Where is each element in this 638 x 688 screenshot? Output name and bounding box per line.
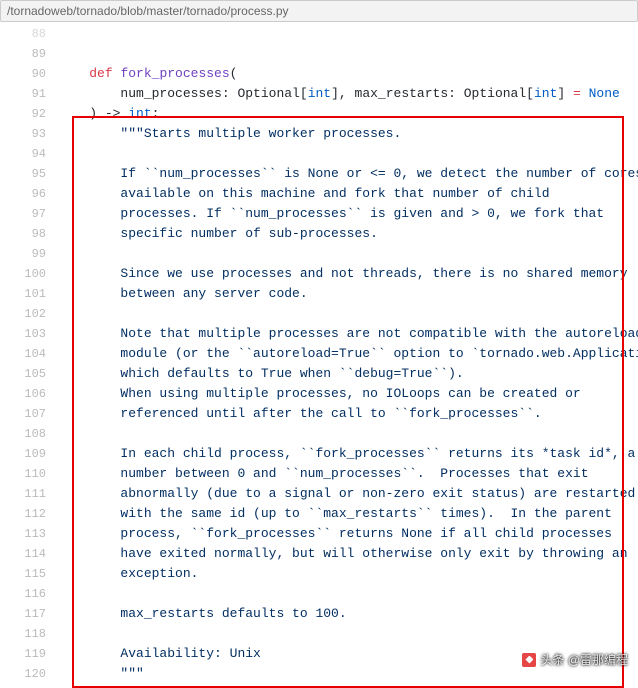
code-line: with the same id (up to ``max_restarts``…	[58, 504, 638, 524]
line-number: 107	[20, 404, 58, 424]
line-number: 89	[20, 44, 58, 64]
line-number: 98	[20, 224, 58, 244]
line-number: 90	[20, 64, 58, 84]
line-number: 92	[20, 104, 58, 124]
code-line: between any server code.	[58, 284, 638, 304]
line-number: 94	[20, 144, 58, 164]
code-line	[58, 144, 638, 164]
code-line: ) -> int:	[58, 104, 638, 124]
code-line	[58, 584, 638, 604]
line-number: 115	[20, 564, 58, 584]
code-line: processes. If ``num_processes`` is given…	[58, 204, 638, 224]
line-number: 109	[20, 444, 58, 464]
code-line: max_restarts defaults to 100.	[58, 604, 638, 624]
line-number: 91	[20, 84, 58, 104]
watermark-text: 头条 @雷那编程	[540, 651, 628, 668]
code-line: have exited normally, but will otherwise…	[58, 544, 638, 564]
line-number: 96	[20, 184, 58, 204]
code-line: In each child process, ``fork_processes`…	[58, 444, 638, 464]
line-number: 99	[20, 244, 58, 264]
watermark-icon	[522, 653, 536, 667]
line-number: 88	[20, 24, 58, 44]
line-number: 108	[20, 424, 58, 444]
code-line: num_processes: Optional[int], max_restar…	[58, 84, 638, 104]
line-number: 104	[20, 344, 58, 364]
code-line: exception.	[58, 564, 638, 584]
code-line: """Starts multiple worker processes.	[58, 124, 638, 144]
code-line: module (or the ``autoreload=True`` optio…	[58, 344, 638, 364]
code-line	[58, 24, 638, 44]
watermark: 头条 @雷那编程	[522, 651, 628, 668]
code-line: When using multiple processes, no IOLoop…	[58, 384, 638, 404]
code-line: process, ``fork_processes`` returns None…	[58, 524, 638, 544]
code-line	[58, 304, 638, 324]
code-line: referenced until after the call to ``for…	[58, 404, 638, 424]
code-line: specific number of sub-processes.	[58, 224, 638, 244]
code-line	[58, 244, 638, 264]
code-line: available on this machine and fork that …	[58, 184, 638, 204]
line-number: 103	[20, 324, 58, 344]
line-number: 106	[20, 384, 58, 404]
breadcrumb[interactable]: /tornadoweb/tornado/blob/master/tornado/…	[0, 0, 638, 22]
line-number: 100	[20, 264, 58, 284]
line-number: 97	[20, 204, 58, 224]
code-line: If ``num_processes`` is None or <= 0, we…	[58, 164, 638, 184]
code-line: abnormally (due to a signal or non-zero …	[58, 484, 638, 504]
code-line	[58, 44, 638, 64]
line-number: 102	[20, 304, 58, 324]
code-container: 88 89 90 def fork_processes( 91 num_proc…	[0, 24, 638, 684]
code-line	[58, 624, 638, 644]
line-number: 111	[20, 484, 58, 504]
line-number: 105	[20, 364, 58, 384]
line-number: 95	[20, 164, 58, 184]
line-number: 93	[20, 124, 58, 144]
code-area: 88 89 90 def fork_processes( 91 num_proc…	[0, 24, 638, 684]
code-line: number between 0 and ``num_processes``. …	[58, 464, 638, 484]
line-number: 118	[20, 624, 58, 644]
line-number: 110	[20, 464, 58, 484]
line-number: 112	[20, 504, 58, 524]
line-number: 116	[20, 584, 58, 604]
code-line: Since we use processes and not threads, …	[58, 264, 638, 284]
line-number: 117	[20, 604, 58, 624]
code-line: which defaults to True when ``debug=True…	[58, 364, 638, 384]
line-number: 119	[20, 644, 58, 664]
code-line	[58, 424, 638, 444]
line-number: 113	[20, 524, 58, 544]
code-line: def fork_processes(	[58, 64, 638, 84]
line-number: 120	[20, 664, 58, 684]
line-number: 114	[20, 544, 58, 564]
code-line: Note that multiple processes are not com…	[58, 324, 638, 344]
line-number: 101	[20, 284, 58, 304]
